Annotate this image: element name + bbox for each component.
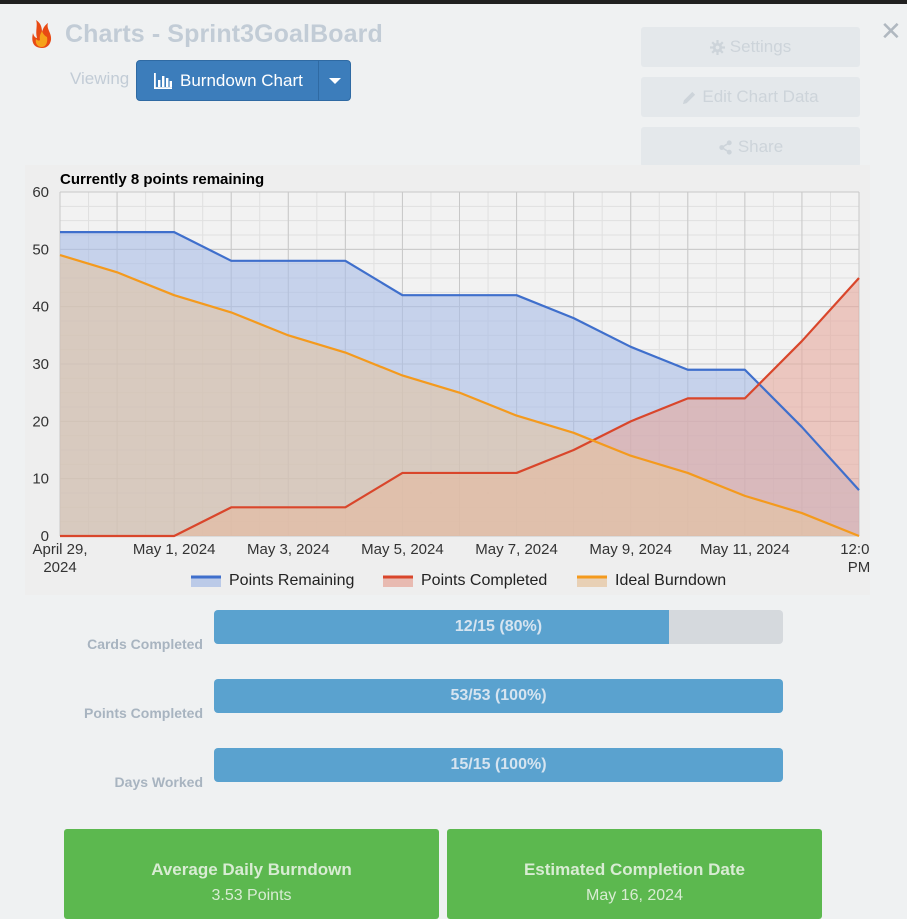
days-worked-label: Days Worked xyxy=(114,774,203,790)
close-icon[interactable]: ✕ xyxy=(880,18,902,44)
x-tick-label: May 9, 2024 xyxy=(589,541,672,558)
chart-type-select-button[interactable]: Burndown Chart xyxy=(137,61,318,100)
chevron-down-icon xyxy=(328,77,341,84)
legend-label: Points Remaining xyxy=(229,572,354,589)
share-button[interactable]: Share xyxy=(641,127,860,167)
window-top-border xyxy=(0,0,907,4)
x-tick-label: April 29, xyxy=(32,541,87,558)
edit-chart-data-button[interactable]: Edit Chart Data xyxy=(641,77,860,117)
x-tick-label: May 1, 2024 xyxy=(133,541,216,558)
estimated-completion-date-value: May 16, 2024 xyxy=(586,887,683,904)
x-tick-label: PM xyxy=(848,559,870,576)
share-icon xyxy=(719,139,732,155)
viewing-label: Viewing xyxy=(70,69,130,88)
burndown-chart: 0102030405060April 29,2024May 1, 2024 May… xyxy=(32,171,877,589)
dialog-header: Charts - Sprint3GoalBoard xyxy=(30,16,383,52)
x-tick-label: May 3, 2024 xyxy=(247,541,330,558)
chart-title: Currently 8 points remaining xyxy=(60,171,264,188)
y-tick-label: 30 xyxy=(32,356,49,373)
legend-label: Ideal Burndown xyxy=(615,572,726,589)
y-tick-label: 20 xyxy=(32,413,49,430)
share-label: Share xyxy=(737,137,784,156)
bar-chart-icon xyxy=(154,72,172,89)
days-worked-progress: 15/15 (100%) xyxy=(214,748,783,782)
settings-label: Settings xyxy=(729,37,792,56)
points-completed-label: Points Completed xyxy=(83,705,203,721)
average-daily-burndown-value: 3.53 Points xyxy=(211,887,292,904)
cards-completed-progress-text: 12/15 (80%) xyxy=(454,618,543,635)
days-worked-progress-text: 15/15 (100%) xyxy=(450,756,547,773)
y-tick-label: 60 xyxy=(32,184,49,201)
settings-button[interactable]: Settings xyxy=(641,27,860,67)
cards-completed-label: Cards Completed xyxy=(87,636,203,652)
points-completed-progress: 53/53 (100%) xyxy=(214,679,783,713)
y-tick-label: 10 xyxy=(32,471,49,488)
average-daily-burndown-title: Average Daily Burndown xyxy=(151,860,352,879)
x-tick-label: May 11, 2024 xyxy=(700,541,790,558)
cards-completed-progress: 12/15 (80%) xyxy=(214,610,783,644)
flame-logo-icon xyxy=(32,20,52,48)
y-tick-label: 50 xyxy=(32,241,49,258)
points-completed-progress-text: 53/53 (100%) xyxy=(450,687,547,704)
x-tick-label: 12:00 xyxy=(840,541,870,558)
y-tick-label: 40 xyxy=(32,299,49,316)
pencil-icon xyxy=(683,91,696,104)
burndown-chart-panel: 0 10 20 30 40 50 60 April 29, 2024 May 1, 2024 May… xyxy=(25,165,878,595)
x-tick-label: May 7, 2024 xyxy=(475,541,558,558)
edit-chart-data-label: Edit Chart Data xyxy=(702,87,819,106)
x-tick-label: May 5, 2024 xyxy=(361,541,444,558)
legend-label: Points Completed xyxy=(421,572,547,589)
x-tick-label: 2024 xyxy=(43,559,76,576)
chart-type-selected-label: Burndown Chart xyxy=(180,70,303,90)
gear-icon xyxy=(709,39,725,55)
chart-type-select[interactable]: Burndown Chart xyxy=(136,60,351,101)
page-title: Charts - Sprint3GoalBoard xyxy=(65,19,383,48)
chart-type-dropdown-toggle[interactable] xyxy=(318,61,350,100)
estimated-completion-date-title: Estimated Completion Date xyxy=(523,860,746,879)
